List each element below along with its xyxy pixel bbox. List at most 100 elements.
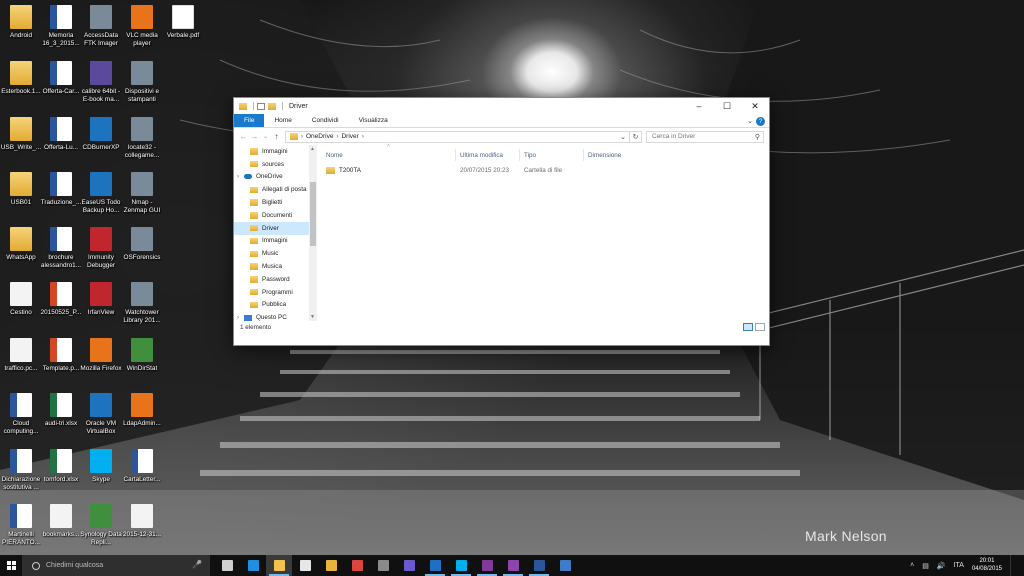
desktop-icon[interactable]: CDBurnerXP — [80, 115, 122, 169]
table-row[interactable]: T200TA 20/07/2015 20:23 Cartella di file — [317, 164, 769, 177]
taskbar-app-skype[interactable] — [448, 555, 474, 576]
desktop-icon[interactable]: brochure alessandro1... — [40, 225, 82, 279]
nav-scrollbar[interactable]: ▲ ▼ — [309, 145, 317, 321]
tab-file[interactable]: File — [234, 114, 265, 127]
breadcrumb-onedrive[interactable]: OneDrive — [306, 133, 333, 140]
desktop-icon[interactable]: WhatsApp — [0, 225, 42, 279]
nav-item[interactable]: Driver — [234, 221, 317, 235]
desktop-icon[interactable]: Mozilla Firefox — [80, 336, 122, 390]
column-type[interactable]: Tipo — [520, 149, 584, 161]
file-list[interactable]: ˄ Nome Ultima modifica Tipo Dimensione T… — [317, 143, 769, 321]
desktop-icon[interactable]: calibre 64bit - E-book ma... — [80, 59, 122, 113]
address-dropdown-icon[interactable]: ⌄ — [620, 133, 626, 141]
taskbar-app-onenote[interactable] — [474, 555, 500, 576]
column-name[interactable]: Nome — [317, 149, 456, 161]
properties-icon[interactable] — [257, 102, 265, 110]
nav-item[interactable]: sources — [234, 158, 317, 171]
scroll-thumb[interactable] — [310, 182, 316, 246]
desktop-icon[interactable]: Verbale.pdf — [162, 3, 204, 57]
forward-button[interactable]: → — [249, 132, 260, 141]
desktop-icon[interactable]: LdapAdmin... — [121, 391, 163, 445]
desktop-icon[interactable]: Synology Data Repli... — [80, 502, 122, 556]
refresh-button[interactable]: ↻ — [630, 130, 642, 143]
expand-icon[interactable]: › — [237, 315, 243, 321]
desktop-icon[interactable]: Memoria 16_3_2015... — [40, 3, 82, 57]
desktop-icon[interactable]: Offerta-Lu... — [40, 115, 82, 169]
desktop-icon[interactable]: Offerta-Car... — [40, 59, 82, 113]
taskbar-app-app-purple[interactable] — [396, 555, 422, 576]
nav-item[interactable]: Music — [234, 247, 317, 260]
taskbar-app-app-blue[interactable] — [552, 555, 578, 576]
nav-item[interactable]: Documenti — [234, 209, 317, 222]
taskbar-app-store[interactable] — [292, 555, 318, 576]
desktop-icon[interactable]: EaseUS Todo Backup Ho... — [80, 170, 122, 224]
nav-item[interactable]: Allegati di posta — [234, 183, 317, 196]
nav-item[interactable]: Biglietti — [234, 196, 317, 209]
nav-item[interactable]: Password — [234, 273, 317, 286]
desktop-icon[interactable]: Martinelli PIERANTO... — [0, 502, 42, 556]
desktop-icon[interactable]: Dispositivi e stampanti — [121, 59, 163, 113]
desktop-icon[interactable]: audi-tri.xlsx — [40, 391, 82, 445]
taskbar-app-word[interactable] — [526, 555, 552, 576]
search-icon[interactable]: ⚲ — [755, 133, 760, 141]
large-icons-view-button[interactable] — [755, 323, 765, 331]
desktop-icon[interactable]: 2015-12-31... — [121, 502, 163, 556]
show-desktop-button[interactable] — [1010, 555, 1024, 576]
start-button[interactable] — [0, 555, 22, 576]
desktop-icon[interactable]: Traduzione_... — [40, 170, 82, 224]
desktop-icon[interactable]: Cestino — [0, 280, 42, 334]
microphone-icon[interactable]: 🎤 — [192, 560, 202, 569]
desktop-icon[interactable]: 20150525_P... — [40, 280, 82, 334]
help-icon[interactable]: ? — [756, 117, 765, 126]
taskbar-app-app-red[interactable] — [344, 555, 370, 576]
title-bar[interactable]: Driver – ☐ ✕ — [234, 98, 769, 114]
scroll-down-icon[interactable]: ▼ — [310, 314, 315, 320]
desktop-icon[interactable]: Android — [0, 3, 42, 57]
desktop-icon[interactable]: Cloud computing... — [0, 391, 42, 445]
desktop-icon[interactable]: tomford.xlsx — [40, 447, 82, 501]
desktop-icon[interactable]: Dichiarazione sostitutiva ... — [0, 447, 42, 501]
taskbar-app-edge[interactable] — [240, 555, 266, 576]
nav-item[interactable]: Pubblica — [234, 299, 317, 312]
file-name-cell[interactable]: T200TA — [317, 164, 456, 177]
cortana-search[interactable]: Chiedimi qualcosa 🎤 — [22, 555, 210, 576]
new-folder-icon[interactable] — [268, 102, 276, 110]
language-indicator[interactable]: ITA — [954, 562, 964, 569]
tab-view[interactable]: Visualizza — [349, 114, 398, 127]
desktop-icon[interactable]: WinDirStat — [121, 336, 163, 390]
search-box[interactable]: ⚲ — [646, 130, 764, 143]
maximize-button[interactable]: ☐ — [713, 98, 741, 114]
close-button[interactable]: ✕ — [741, 98, 769, 114]
desktop-icon[interactable]: IrfanView — [80, 280, 122, 334]
column-size[interactable]: Dimensione — [584, 149, 628, 161]
desktop-icon[interactable]: Esterbook.1... — [0, 59, 42, 113]
taskbar-app-outlook[interactable] — [422, 555, 448, 576]
desktop-icon[interactable]: bookmarks... — [40, 502, 82, 556]
column-modified[interactable]: Ultima modifica — [456, 149, 520, 161]
desktop-icon[interactable]: VLC media player — [121, 3, 163, 57]
desktop-icon[interactable]: Oracle VM VirtualBox — [80, 391, 122, 445]
address-bar[interactable]: › OneDrive › Driver › ⌄ — [285, 130, 630, 143]
back-button[interactable]: ← — [238, 132, 249, 141]
desktop-icon[interactable]: Watchtower Library 201... — [121, 280, 163, 334]
file-explorer-window[interactable]: Driver – ☐ ✕ File Home Condividi Visuali… — [233, 97, 770, 346]
taskbar-app-chrome[interactable] — [318, 555, 344, 576]
taskbar-app-file-explorer[interactable] — [266, 555, 292, 576]
desktop-icon[interactable]: traffico.pc... — [0, 336, 42, 390]
scroll-up-icon[interactable]: ▲ — [310, 146, 315, 152]
breadcrumb-driver[interactable]: Driver — [341, 133, 358, 140]
desktop-icon[interactable]: OSForensics — [121, 225, 163, 279]
desktop-icon[interactable]: CartaLetter... — [121, 447, 163, 501]
desktop-icon[interactable]: USB_Write_... — [0, 115, 42, 169]
expand-icon[interactable]: › — [237, 174, 243, 180]
clock[interactable]: 20:01 04/08/2015 — [972, 558, 1002, 573]
expand-ribbon-icon[interactable]: ⌄ — [747, 117, 753, 125]
desktop-icon[interactable]: AccessData FTK Imager — [80, 3, 122, 57]
desktop-icon[interactable]: USB01 — [0, 170, 42, 224]
taskbar-app-app-grey[interactable] — [370, 555, 396, 576]
desktop-icon[interactable]: Immunity Debugger — [80, 225, 122, 279]
recent-locations-button[interactable]: ⌄ — [260, 133, 271, 140]
minimize-button[interactable]: – — [685, 98, 713, 114]
network-icon[interactable]: ▤ — [922, 562, 929, 570]
nav-item[interactable]: › OneDrive — [234, 171, 317, 184]
